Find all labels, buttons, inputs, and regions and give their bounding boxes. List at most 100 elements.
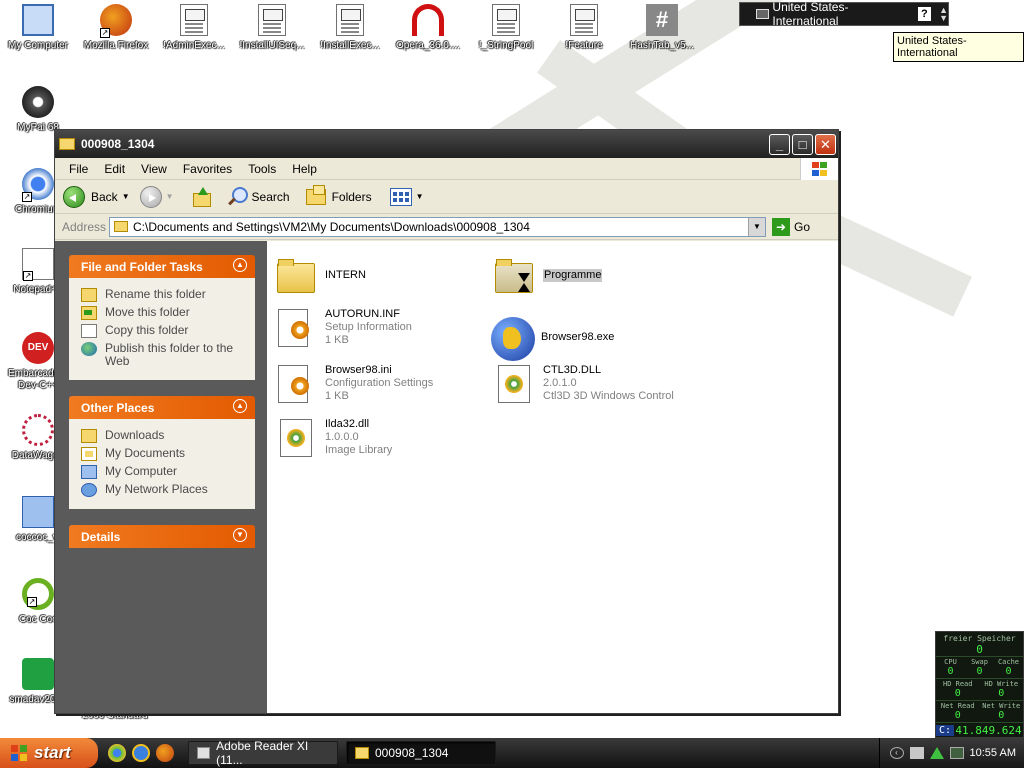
show-hidden-icons-icon[interactable]: ‹ <box>889 747 904 759</box>
firefox-quicklaunch-icon[interactable] <box>156 744 174 762</box>
taskbar-button-adobe-reader[interactable]: Adobe Reader XI (11... <box>188 739 338 767</box>
collapse-chevron-icon[interactable]: ▲ <box>233 399 247 413</box>
keyboard-tray-icon[interactable] <box>909 747 924 759</box>
desktop-icon-firefox[interactable]: ↗ Mozilla Firefox <box>78 2 154 62</box>
other-places-header[interactable]: Other Places ▲ <box>69 396 255 419</box>
language-bar[interactable]: United States-International ? ▲ ▼ <box>739 0 949 28</box>
details-header[interactable]: Details ▼ <box>69 525 255 548</box>
task-move-folder[interactable]: Move this folder <box>81 306 247 320</box>
address-path: C:\Documents and Settings\VM2\My Documen… <box>133 219 530 234</box>
file-size: 1 KB <box>325 333 349 346</box>
folder-icon <box>355 747 369 759</box>
desktop-icon-label: HashTab_v5... <box>630 40 694 51</box>
task-rename-folder[interactable]: Rename this folder <box>81 288 247 302</box>
taskbar-button-label: Adobe Reader XI (11... <box>216 739 309 767</box>
task-publish-web[interactable]: Publish this folder to the Web <box>81 342 247 368</box>
desktop-icon-installuiseq[interactable]: !InstallUISeq... <box>234 2 310 62</box>
file-type: Configuration Settings <box>325 376 434 389</box>
swap-value: 0 <box>976 666 983 677</box>
place-label: My Documents <box>105 446 186 460</box>
menu-file[interactable]: File <box>61 162 96 176</box>
desktop-icon-label: !InstallExec... <box>320 40 380 51</box>
file-name: Browser98.exe <box>541 330 615 343</box>
document-icon <box>180 4 208 36</box>
close-button[interactable]: ✕ <box>815 133 836 155</box>
desktop-icon-label: Mozilla Firefox <box>83 40 149 51</box>
desktop-icon-label: !Feature <box>565 40 603 51</box>
file-item-intern[interactable]: INTERN <box>275 255 366 295</box>
hourglass-cursor-icon <box>517 273 531 293</box>
file-item-browser98-exe[interactable]: Browser98.exe <box>491 317 615 361</box>
start-button[interactable]: start <box>0 738 98 768</box>
langbar-options-icon[interactable]: ▲ ▼ <box>939 6 948 23</box>
datawagon-icon <box>22 414 54 446</box>
hd-read-value: 0 <box>954 688 961 699</box>
swap-label: Swap <box>971 658 988 666</box>
menu-edit[interactable]: Edit <box>96 162 133 176</box>
taskbar: start Adobe Reader XI (11... 000908_1304… <box>0 738 1024 768</box>
place-my-network-places[interactable]: My Network Places <box>81 483 247 497</box>
menu-favorites[interactable]: Favorites <box>175 162 240 176</box>
file-type: Setup Information <box>325 320 412 333</box>
back-button[interactable]: Back ▼ <box>63 185 130 208</box>
taskbar-button-label: 000908_1304 <box>375 746 449 760</box>
file-item-ctl3d-dll[interactable]: CTL3D.DLL 2.0.1.0 Ctl3D 3D Windows Contr… <box>493 363 674 403</box>
collapse-chevron-icon[interactable]: ▲ <box>233 258 247 272</box>
maximize-button[interactable]: □ <box>792 133 813 155</box>
internet-explorer-quicklaunch-icon[interactable] <box>132 744 150 762</box>
desktop-icon-adminexec[interactable]: !AdminExec... <box>156 2 232 62</box>
file-item-ilda32-dll[interactable]: Ilda32.dll 1.0.0.0 Image Library <box>275 417 392 457</box>
desktop-icon-opera[interactable]: Opera_36.0.... <box>390 2 466 62</box>
menu-tools[interactable]: Tools <box>240 162 284 176</box>
folders-button[interactable]: Folders <box>305 184 372 205</box>
network-tray-icon[interactable] <box>929 747 944 759</box>
views-button[interactable]: ▼ <box>389 187 424 206</box>
go-button[interactable]: ➜ Go <box>772 217 810 236</box>
desktop-icon-my-computer[interactable]: My Computer <box>0 2 76 62</box>
explorer-window[interactable]: 000908_1304 _ □ ✕ File Edit View Favorit… <box>54 129 839 714</box>
desktop-icon-stringpool[interactable]: !_StringPool <box>468 2 544 62</box>
place-my-documents[interactable]: My Documents <box>81 447 247 461</box>
forward-button[interactable]: ▼ <box>139 185 174 208</box>
views-dropdown-icon[interactable]: ▼ <box>416 192 424 201</box>
file-item-browser98-ini[interactable]: Browser98.ini Configuration Settings 1 K… <box>275 363 433 403</box>
file-name: Browser98.ini <box>325 363 392 376</box>
file-item-programme[interactable]: Programme <box>493 255 603 295</box>
desktop-icon-label: Opera_36.0.... <box>396 40 460 51</box>
file-item-autorun-inf[interactable]: AUTORUN.INF Setup Information 1 KB <box>275 307 412 347</box>
up-button[interactable] <box>192 186 212 207</box>
cache-value: 0 <box>1005 666 1012 677</box>
clock[interactable]: 10:55 AM <box>970 747 1016 759</box>
file-folder-tasks-header[interactable]: File and Folder Tasks ▲ <box>69 255 255 278</box>
dll-icon <box>493 363 533 403</box>
desktop-icon-feature[interactable]: !Feature <box>546 2 622 62</box>
place-downloads[interactable]: Downloads <box>81 429 247 443</box>
monitor-tray-icon[interactable] <box>949 747 964 759</box>
network-icon <box>81 483 97 497</box>
file-size: 1 KB <box>325 389 349 402</box>
menu-view[interactable]: View <box>133 162 175 176</box>
desktop-icon-hashtab[interactable]: # HashTab_v5... <box>624 2 700 62</box>
search-button[interactable]: Search <box>226 186 290 208</box>
forward-dropdown-icon[interactable]: ▼ <box>166 192 174 201</box>
minimize-button[interactable]: _ <box>769 133 790 155</box>
back-dropdown-icon[interactable]: ▼ <box>122 192 130 201</box>
folder-icon <box>81 429 97 443</box>
desktop-icon-installexec[interactable]: !InstallExec... <box>312 2 388 62</box>
file-description: Image Library <box>325 443 393 456</box>
firefox-icon: ↗ <box>100 4 132 38</box>
menu-help[interactable]: Help <box>284 162 325 176</box>
system-tray: ‹ 10:55 AM <box>878 738 1024 768</box>
address-input[interactable]: C:\Documents and Settings\VM2\My Documen… <box>109 216 766 237</box>
task-copy-folder[interactable]: Copy this folder <box>81 324 247 338</box>
chrome-quicklaunch-icon[interactable] <box>108 744 126 762</box>
expand-chevron-icon[interactable]: ▼ <box>233 528 247 542</box>
address-dropdown-icon[interactable]: ▼ <box>748 217 765 236</box>
help-button[interactable]: ? <box>917 7 932 21</box>
drive-free-space: 41.849.624 <box>955 723 1022 737</box>
title-bar[interactable]: 000908_1304 _ □ ✕ <box>55 130 838 158</box>
place-my-computer[interactable]: My Computer <box>81 465 247 479</box>
keyboard-icon <box>756 9 770 19</box>
toolbar: Back ▼ ▼ Search Folders ▼ <box>55 180 838 214</box>
taskbar-button-explorer[interactable]: 000908_1304 <box>346 741 496 765</box>
